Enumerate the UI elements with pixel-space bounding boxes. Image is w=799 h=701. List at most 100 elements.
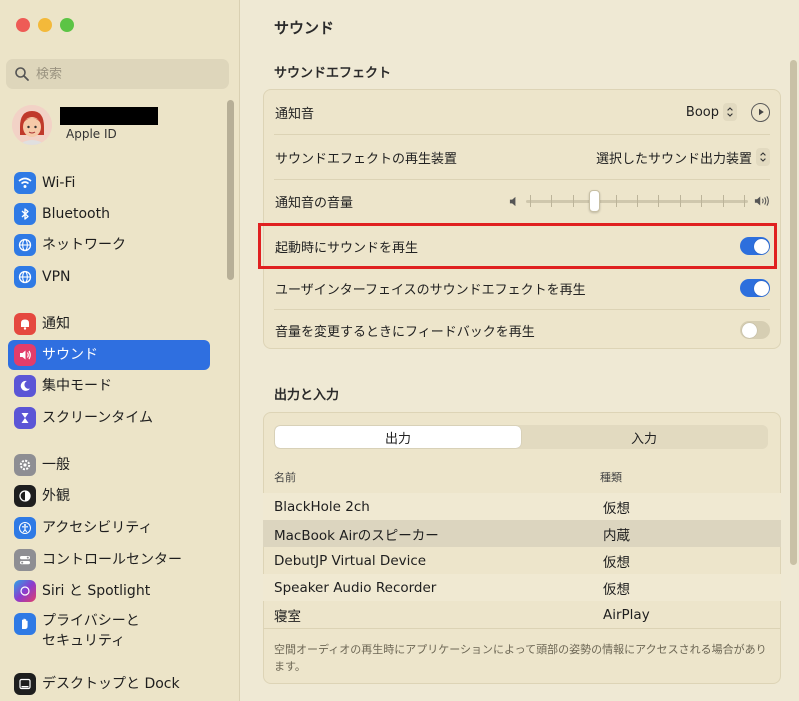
sidebar-item-bluetooth[interactable]: Bluetooth bbox=[8, 199, 210, 229]
sidebar-item-label: Wi-Fi bbox=[42, 174, 76, 191]
alert-sound-popup[interactable]: Boop bbox=[686, 103, 737, 121]
sidebar-item-label: 外観 bbox=[42, 487, 70, 504]
sidebar-item-label: Siri と Spotlight bbox=[42, 582, 151, 599]
sidebar-item-privacy-security[interactable]: プライバシーと セキュリティ bbox=[8, 610, 210, 652]
bell-icon bbox=[14, 313, 36, 335]
sidebar-item-network[interactable]: ネットワーク bbox=[8, 230, 210, 260]
alert-volume-slider[interactable] bbox=[526, 190, 748, 212]
ui-sound-effects-row: ユーザインターフェイスのサウンドエフェクトを再生 bbox=[264, 266, 780, 310]
ui-sound-effects-toggle[interactable] bbox=[740, 279, 770, 297]
sidebar-item-label: スクリーンタイム bbox=[42, 409, 154, 426]
slider-tick bbox=[551, 195, 553, 207]
volume-feedback-row: 音量を変更するときにフィードバックを再生 bbox=[264, 308, 780, 352]
sidebar-item-notifications[interactable]: 通知 bbox=[8, 309, 210, 339]
sidebar-item-label: VPN bbox=[42, 268, 71, 285]
accessibility-icon bbox=[14, 517, 36, 539]
table-row[interactable]: 寝室 AirPlay bbox=[263, 601, 781, 628]
ui-sound-effects-label: ユーザインターフェイスのサウンドエフェクトを再生 bbox=[275, 282, 586, 298]
sidebar-scrollbar[interactable] bbox=[227, 100, 234, 280]
sidebar-item-sound[interactable]: サウンド bbox=[8, 340, 210, 370]
gear-icon bbox=[14, 454, 36, 476]
sidebar-item-label: 集中モード bbox=[42, 377, 112, 394]
up-down-chevron-icon bbox=[756, 148, 770, 166]
wifi-icon bbox=[14, 172, 36, 194]
bluetooth-icon bbox=[14, 203, 36, 225]
table-row-selected[interactable]: MacBook Airのスピーカー 内蔵 bbox=[263, 520, 781, 547]
slider-tick bbox=[744, 195, 745, 207]
page-title: サウンド bbox=[274, 19, 335, 37]
device-type: 仮想 bbox=[603, 554, 630, 571]
sidebar-item-label: 通知 bbox=[42, 315, 70, 332]
tab-input[interactable]: 入力 bbox=[521, 426, 767, 448]
alert-sound-label: 通知音 bbox=[275, 106, 315, 122]
sidebar-item-accessibility[interactable]: アクセシビリティ bbox=[8, 513, 210, 543]
slider-tick bbox=[701, 195, 703, 207]
volume-feedback-toggle[interactable] bbox=[740, 321, 770, 339]
column-header-name[interactable]: 名前 bbox=[274, 469, 296, 485]
moon-icon bbox=[14, 375, 36, 397]
device-type: 仮想 bbox=[603, 581, 630, 598]
table-row[interactable]: DebutJP Virtual Device 仮想 bbox=[263, 547, 781, 574]
sidebar-item-vpn[interactable]: VPN bbox=[8, 262, 210, 292]
device-type: 仮想 bbox=[603, 500, 630, 517]
device-name: DebutJP Virtual Device bbox=[274, 552, 427, 569]
sidebar-item-label-line2: セキュリティ bbox=[42, 633, 126, 649]
sidebar-item-label: 一般 bbox=[42, 456, 70, 473]
play-through-popup[interactable]: 選択したサウンド出力装置 bbox=[596, 148, 770, 167]
sidebar-item-label: Bluetooth bbox=[42, 205, 110, 222]
toggles-icon bbox=[14, 549, 36, 571]
device-type: 内蔵 bbox=[603, 527, 630, 544]
table-row[interactable]: BlackHole 2ch 仮想 bbox=[263, 493, 781, 520]
device-name: BlackHole 2ch bbox=[274, 498, 370, 515]
play-sound-button[interactable] bbox=[751, 102, 770, 122]
device-table-header: 名前 種類 bbox=[263, 463, 781, 491]
column-header-type[interactable]: 種類 bbox=[600, 469, 622, 485]
sidebar-item-desktop-dock[interactable]: デスクトップと Dock bbox=[8, 669, 210, 699]
apple-id-account[interactable]: Apple ID bbox=[12, 105, 227, 149]
sidebar-item-focus[interactable]: 集中モード bbox=[8, 371, 210, 401]
sidebar-item-appearance[interactable]: 外観 bbox=[8, 481, 210, 511]
close-window-button[interactable] bbox=[16, 18, 30, 32]
sidebar-item-label: アクセシビリティ bbox=[42, 519, 153, 536]
search-input[interactable] bbox=[36, 66, 216, 82]
search-field[interactable] bbox=[6, 59, 229, 89]
window-controls bbox=[16, 18, 74, 32]
slider-thumb[interactable] bbox=[589, 190, 601, 212]
slider-tick bbox=[615, 195, 617, 207]
output-input-section-title: 出力と入力 bbox=[274, 388, 340, 403]
sidebar-item-wifi[interactable]: Wi-Fi bbox=[8, 168, 210, 198]
slider-tick bbox=[637, 195, 638, 207]
sidebar-item-general[interactable]: 一般 bbox=[8, 450, 210, 480]
main-panel: サウンド サウンドエフェクト 通知音 Boop サウンドエフェクトの再生装置 選… bbox=[241, 0, 799, 701]
tab-output[interactable]: 出力 bbox=[275, 426, 521, 448]
highlight-annotation bbox=[258, 223, 777, 269]
device-name: MacBook Airのスピーカー bbox=[274, 527, 439, 544]
minimize-window-button[interactable] bbox=[38, 18, 52, 32]
slider-tick bbox=[679, 195, 681, 207]
main-scrollbar[interactable] bbox=[790, 60, 797, 565]
search-icon bbox=[15, 67, 29, 81]
sidebar-item-label: プライバシーと bbox=[42, 613, 140, 629]
dock-icon bbox=[14, 673, 36, 695]
sidebar-item-label: ネットワーク bbox=[42, 236, 126, 253]
output-input-segmented-control: 出力 入力 bbox=[274, 425, 768, 449]
alert-sound-row: 通知音 Boop bbox=[264, 90, 780, 134]
hourglass-icon bbox=[14, 407, 36, 429]
sidebar-item-screentime[interactable]: スクリーンタイム bbox=[8, 403, 210, 433]
sidebar-item-label: コントロールセンター bbox=[42, 551, 182, 568]
volume-feedback-label: 音量を変更するときにフィードバックを再生 bbox=[275, 324, 535, 340]
zoom-window-button[interactable] bbox=[60, 18, 74, 32]
appearance-icon bbox=[14, 485, 36, 507]
sidebar-item-siri-spotlight[interactable]: Siri と Spotlight bbox=[8, 576, 210, 606]
alert-sound-value: Boop bbox=[685, 104, 719, 120]
sidebar-item-control-center[interactable]: コントロールセンター bbox=[8, 545, 210, 575]
table-row[interactable]: Speaker Audio Recorder 仮想 bbox=[263, 574, 781, 601]
volume-low-icon bbox=[509, 196, 516, 206]
divider bbox=[263, 628, 781, 629]
sidebar: Apple ID Wi-Fi Bluetooth ネットワーク VPN 通知 bbox=[0, 0, 240, 701]
apple-id-label: Apple ID bbox=[66, 127, 117, 141]
volume-high-icon bbox=[754, 196, 769, 206]
siri-icon bbox=[14, 580, 36, 602]
spatial-audio-footnote: 空間オーディオの再生時にアプリケーションによって頭部の姿勢の情報にアクセスされる… bbox=[274, 643, 767, 673]
sound-effects-section-title: サウンドエフェクト bbox=[274, 66, 392, 81]
